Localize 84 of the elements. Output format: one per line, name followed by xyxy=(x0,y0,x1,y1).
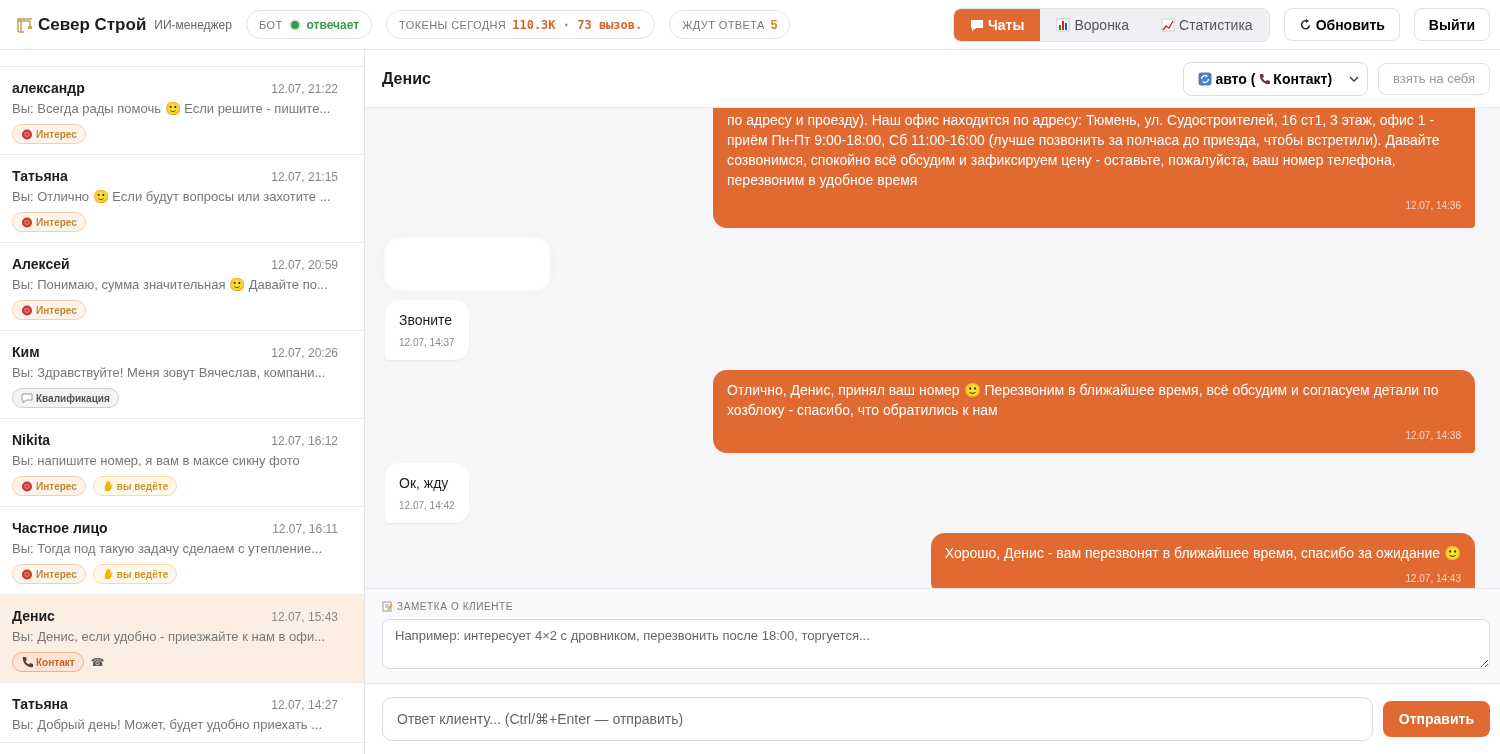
sync-icon xyxy=(1198,71,1213,86)
status-tag: Интерес xyxy=(12,124,86,144)
brand-subtitle: ИИ-менеджер xyxy=(154,17,232,32)
target-icon xyxy=(21,568,33,580)
timestamp: 12.07, 14:27 xyxy=(271,698,338,712)
target-icon xyxy=(21,216,33,228)
stat-value: 110.3K · 73 вызов. xyxy=(512,17,643,32)
memo-icon xyxy=(382,601,393,612)
timestamp: 12.07, 21:15 xyxy=(271,170,338,184)
message-preview: Вы: напишите номер, я вам в максе сикну фото xyxy=(12,453,301,468)
chat-list-item[interactable]: Татьяна 12.07, 14:27 Вы: Добрый день! Может, будет удобно приехать ... xyxy=(0,683,364,743)
message-preview: Вы: Всегда рады помочь 🙂 Если решите - пишите... xyxy=(12,101,332,116)
message-preview: Вы: Денис, если удобно - приезжайте к нам в офи... xyxy=(12,629,326,644)
chevron-down-icon xyxy=(1349,75,1360,82)
contact-name: Татьяна xyxy=(12,168,68,184)
status-tag: Интерес xyxy=(12,300,86,320)
note-field[interactable]: Например: интересует 4×2 с дровником, перезвонить после 18:00, торгуется... xyxy=(382,619,1490,669)
message-preview: Вы: Отлично 🙂 Если будут вопросы или захотите ... xyxy=(12,189,332,204)
refresh-button[interactable]: Обновить xyxy=(1283,8,1400,41)
reply-field[interactable]: Ответ клиенту... (Ctrl/⌘+Enter — отправить) xyxy=(382,697,1373,741)
message-time: 12.07, 14:42 xyxy=(399,499,455,513)
target-icon xyxy=(21,304,33,316)
stat-value: отвечает xyxy=(306,17,360,32)
timestamp: 12.07, 16:11 xyxy=(272,522,338,536)
speech-bubble-icon xyxy=(21,392,33,404)
stat-label: ЖДУТ ОТВЕТА xyxy=(682,18,765,31)
contact-name: Частное лицо xyxy=(12,520,108,536)
timestamp: 12.07, 21:22 xyxy=(271,82,338,96)
chat-list-item[interactable]: александр 12.07, 21:22 Вы: Всегда рады помочь 🙂 Если решите - пишите... Интерес xyxy=(0,67,364,155)
timestamp: 12.07, 16:12 xyxy=(271,434,338,448)
line-chart-icon xyxy=(1161,17,1176,32)
mode-select[interactable]: авто ( Контакт) xyxy=(1183,61,1369,96)
message-text: Звоните xyxy=(399,311,454,330)
timestamp: 12.07, 15:43 xyxy=(271,610,338,624)
contact-name: Алексей xyxy=(12,256,70,272)
timestamp: 12.07, 20:59 xyxy=(271,258,338,272)
message-time: 12.07, 14:38 xyxy=(1404,429,1461,443)
note-label: ЗАМЕТКА О КЛИЕНТЕ xyxy=(397,601,514,612)
phone-icon xyxy=(1258,72,1271,85)
message-time: 12.07, 14:36 xyxy=(1404,199,1461,213)
contact-name: Денис xyxy=(12,608,55,624)
message-preview: Вы: Понимаю, сумма значительная 🙂 Давайте по... xyxy=(12,277,329,292)
chat-list-item[interactable]: Nikita 12.07, 16:12 Вы: напишите номер, я вам в максе сикну фото Интерес вы ведёте xyxy=(0,419,364,507)
contact-name: Татьяна xyxy=(12,696,68,712)
chat-list-item[interactable]: Татьяна 12.07, 21:15 Вы: Отлично 🙂 Если будут вопросы или захотите ... Интерес xyxy=(0,155,364,243)
phone-icon xyxy=(21,656,33,668)
chat-list-item[interactable]: Ким 12.07, 20:26 Вы: Здравствуйте! Меня зовут Вячеслав, компани... Квалификация xyxy=(0,331,364,419)
status-tag: Интерес xyxy=(12,212,86,232)
status-tag: Интерес xyxy=(12,476,86,496)
refresh-icon xyxy=(1298,18,1312,31)
message-preview: Вы: Добрый день! Может, будет удобно приехать ... xyxy=(12,717,324,732)
message-preview: Вы: Здравствуйте! Меня зовут Вячеслав, компани... xyxy=(12,365,327,380)
status-tag: вы ведёте xyxy=(92,476,178,496)
crane-icon xyxy=(16,16,34,33)
message-preview: Вы: Тогда под такую задачу сделаем с утепление... xyxy=(12,541,323,556)
status-tag: Интерес xyxy=(12,564,86,584)
message-text: Хорошо, Денис - вам перезвонят в ближайшее время, спасибо за ожидание 🙂 xyxy=(944,544,1461,563)
message-time: 12.07, 14:43 xyxy=(1404,572,1461,586)
contact-name: Nikita xyxy=(12,432,51,448)
logout-button[interactable]: Выйти xyxy=(1413,8,1490,41)
message-text: Отлично, Денис, принял ваш номер 🙂 Перезвоним в ближайшее время, всё обсудим и согласуем детали по хозблоку - спасибо, что обратились к нам xyxy=(727,381,1440,420)
stat-value: 5 xyxy=(770,17,778,32)
timestamp: 12.07, 20:26 xyxy=(271,346,338,360)
chat-list-item[interactable]: Денис 12.07, 15:43 Вы: Денис, если удобно - приезжайте к нам в офи... Контакт ☎ xyxy=(0,595,364,683)
status-tag: Квалификация xyxy=(12,388,119,408)
chat-title: Денис xyxy=(382,69,432,88)
message-text: по адресу и проезду). Наш офис находится по адресу: Тюмень, ул. Судостроителей, 16 ст1, 3 этаж, офис 1 - приём Пн-Пт 9:00-18:00, Сб 11:00-16:00 (лучше позвонить за полчаса до приезда, чтобы встретили). Давайте созвонимся, спокойно всё обсудим и зафиксируем цену - оставьте, пожалуйста, ваш номер телефона, перезвоним в удобное время xyxy=(727,111,1441,190)
contact-name: Ким xyxy=(12,344,40,360)
phone-mark: ☎ xyxy=(90,655,105,669)
nav-tab[interactable]: Воронка xyxy=(1040,8,1146,41)
message-text: Ок, жду xyxy=(399,474,450,493)
brand-name: Север Строй xyxy=(38,14,147,35)
status-tag: вы ведёте xyxy=(92,564,178,584)
message-time: 12.07, 14:37 xyxy=(399,336,455,350)
bar-chart-icon xyxy=(1056,17,1071,32)
target-icon xyxy=(21,128,33,140)
stat-label: ТОКЕНЫ СЕГОДНЯ xyxy=(399,18,507,31)
target-icon xyxy=(21,480,33,492)
status-tag: Контакт xyxy=(12,652,84,672)
stat-label: БОТ xyxy=(258,18,283,31)
chat-list-item[interactable]: Алексей 12.07, 20:59 Вы: Понимаю, сумма значительная 🙂 Давайте по... Интерес xyxy=(0,243,364,331)
nav-tab[interactable]: Статистика xyxy=(1145,8,1269,41)
contact-name: александр xyxy=(12,80,85,96)
speech-bubble-icon xyxy=(970,17,984,32)
